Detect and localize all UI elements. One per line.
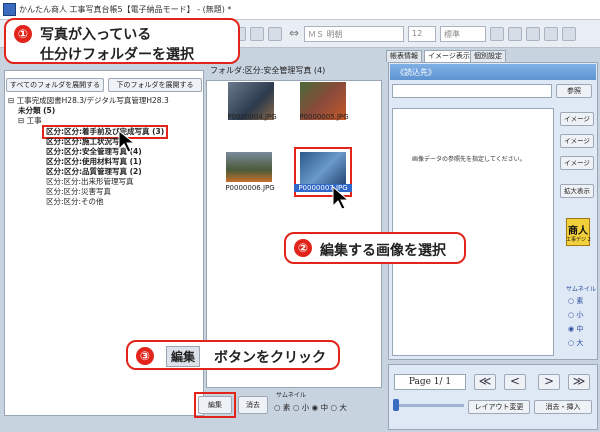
right-size-small[interactable]: ○ 小 [568,310,583,320]
enlarge-view-button[interactable]: 拡大表示 [560,184,594,198]
window-title: かんたん商人 工事写真台帳5【電子納品モード】 - (無題) * [19,5,232,14]
thumbnail-caption: P0000005.JPG [299,113,349,121]
callout-text: ボタンをクリック [214,350,326,366]
italic-icon[interactable] [508,27,522,41]
erase-button[interactable]: 消去 [238,396,268,414]
callout-step-1: ① 写真が入っている 仕分けフォルダーを選択 [4,18,240,64]
tree-item-label: 区分:区分:災害写真 [46,187,112,196]
tree-item-label: 区分:区分:施工状況写真 [46,137,127,146]
erase-insert-button[interactable]: 消去・挿入 [534,400,592,414]
bold-icon[interactable] [490,27,504,41]
tree-item-label: 区分:区分:使用材料写真 (1) [46,157,142,166]
image-button-2[interactable]: イメージ [560,134,594,148]
read-from-input[interactable] [392,84,552,98]
swap-arrow-icon[interactable]: ⇔ [289,26,299,40]
preview-message: 画像データの参照先を指定してください。 [412,156,526,163]
mouse-cursor-icon [118,130,136,153]
font-style-select[interactable]: 標準 [440,26,486,42]
thumbnail-size-label: サムネイル [276,392,306,399]
size-option-small[interactable]: ○ 小 [293,403,309,412]
tree-item-disaster[interactable]: 区分:区分:災害写真 [46,187,111,197]
browse-button[interactable]: 参照 [556,84,592,98]
tree-item-root[interactable]: ⊟ 工事完成図書H28.3/デジタル写真管理H28.3 [8,96,169,106]
tree-item-as-built[interactable]: 区分:区分:出来形管理写真 [46,177,134,187]
folder-header: フォルダ:区分:安全管理写真 (4) [210,66,326,75]
align-left-icon[interactable] [526,27,540,41]
tree-item-label: 区分:区分:その他 [46,197,104,206]
zoom-slider-handle[interactable] [393,399,399,411]
right-size-plain[interactable]: ○ 素 [568,296,583,306]
app-logo-subtext: 工事デジ 2 [566,237,591,243]
image-button-1[interactable]: イメージ [560,112,594,126]
right-size-large[interactable]: ○ 大 [568,338,583,348]
callout-line-1: 写真が入っている [40,27,152,43]
tree-item-label: 区分:区分:出来形管理写真 [46,177,134,186]
callout-step-3: ③ 編集 ボタンをクリック [126,340,340,370]
title-bar: かんたん商人 工事写真台帳5【電子納品モード】 - (無題) * [0,0,600,20]
layout-change-button[interactable]: レイアウト変更 [468,400,530,414]
tree-item-progress[interactable]: 区分:区分:施工状況写真 [46,137,127,147]
mouse-cursor-icon [332,186,350,210]
size-option-plain[interactable]: ○ 素 [274,403,290,412]
font-name-select[interactable]: ＭＳ 明朝 [304,26,404,42]
thumbnail-caption: P0000006.JPG [225,184,275,192]
next-page-button[interactable]: > [538,374,560,390]
callout-text: 編集する画像を選択 [320,243,446,259]
callout-edit-chip: 編集 [166,346,201,367]
tab-image-display[interactable]: イメージ表示 [424,50,474,62]
tree-item-other[interactable]: 区分:区分:その他 [46,197,104,207]
expand-all-button[interactable]: すべてのフォルダを展開する [6,78,104,92]
tab-individual-settings[interactable]: 個別設定 [470,50,506,62]
size-option-large[interactable]: ○ 大 [330,403,346,412]
tree-item-label: 未分類 (5) [18,106,56,115]
tree-item-quality[interactable]: 区分:区分:品質管理写真 (2) [46,167,142,177]
tree-item-label: 区分:区分:品質管理写真 (2) [46,167,142,176]
tree-item-unsorted[interactable]: 未分類 (5) [18,106,55,116]
align-center-icon[interactable] [544,27,558,41]
tree-item-label: 工事 [26,116,42,125]
step-number: ② [294,239,312,257]
read-from-header: 《読込先》 [390,64,596,80]
last-page-button[interactable]: ≫ [568,374,590,390]
callout-step-2: ② 編集する画像を選択 [284,232,466,264]
right-panel-tabs: 帳表情報 イメージ表示 個別設定 [386,50,598,62]
expand-below-button[interactable]: 下のフォルダを展開する [108,78,202,92]
size-option-medium[interactable]: ◉ 中 [312,403,328,412]
thumbnail-size-options: ○ 素 ○ 小 ◉ 中 ○ 大 [274,402,347,413]
tree-item-label: 工事完成図書H28.3/デジタル写真管理H28.3 [16,96,169,105]
step-number: ① [14,25,32,43]
tree-item-construction[interactable]: ⊟ 工事 [18,116,42,126]
edit-button[interactable]: 編集 [198,396,232,414]
tab-form-info[interactable]: 帳表情報 [386,50,422,62]
first-page-button[interactable]: ≪ [474,374,496,390]
photo-thumbnail[interactable] [226,152,272,182]
app-logo-text: 商人 [568,226,588,237]
right-size-medium[interactable]: ◉ 中 [568,324,583,334]
paste-icon[interactable] [268,27,282,41]
tree-item-label: 区分:区分:着手前及び完成写真 (3) [46,127,165,136]
copy-icon[interactable] [250,27,264,41]
right-size-label: サムネイル [566,286,596,293]
tree-item-materials[interactable]: 区分:区分:使用材料写真 (1) [46,157,142,167]
image-button-3[interactable]: イメージ [560,156,594,170]
zoom-slider-track[interactable] [394,404,464,407]
page-indicator: Page 1/ 1 [394,374,466,390]
thumbnail-caption: P0000004.JPG [227,113,277,121]
callout-line-2: 仕分けフォルダーを選択 [40,47,194,63]
prev-page-button[interactable]: < [504,374,526,390]
font-size-select[interactable]: 12 [408,26,436,42]
align-right-icon[interactable] [562,27,576,41]
app-icon [3,3,16,16]
step-number: ③ [136,347,154,365]
